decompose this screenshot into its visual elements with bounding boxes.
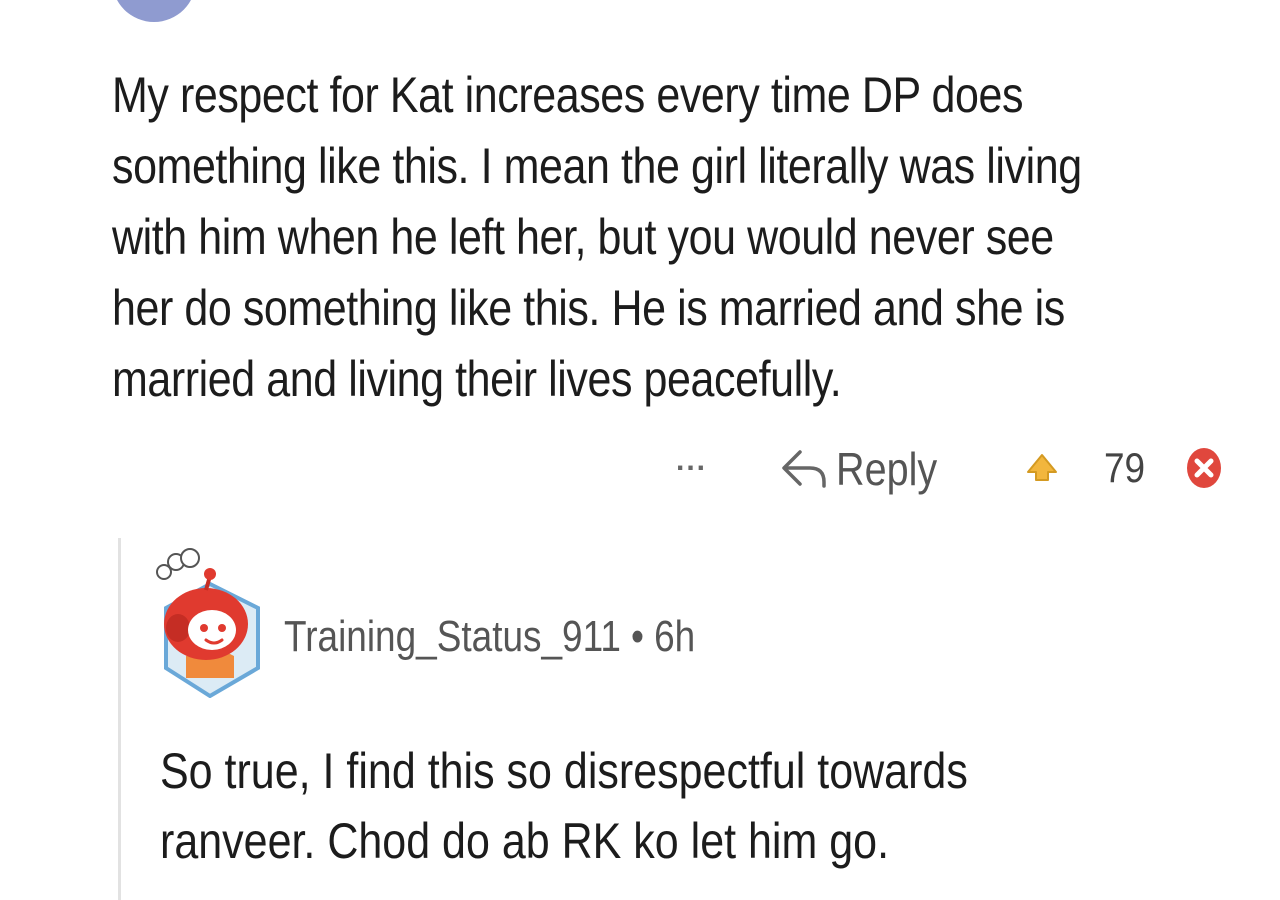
meta-separator: • (631, 612, 644, 661)
commenter-avatar[interactable] (112, 0, 196, 22)
downvote-icon[interactable] (1184, 446, 1224, 490)
reply-arrow-icon (780, 446, 828, 492)
reply-button[interactable]: Reply (780, 442, 954, 496)
reply-age: 6h (654, 612, 696, 661)
reply-label: Reply (836, 443, 938, 495)
comment-body: My respect for Kat increases every time … (112, 67, 1082, 407)
vote-count: 79 (1104, 444, 1146, 491)
reply-username[interactable]: Training_Status_911 (284, 612, 621, 661)
comment-action-bar: ... Reply 79 (0, 436, 1280, 506)
thread-line[interactable] (118, 538, 121, 900)
more-options-button[interactable]: ... (676, 444, 707, 478)
snoo-avatar-icon[interactable] (150, 546, 270, 698)
reply-meta: Training_Status_911 • 6h (284, 612, 695, 662)
reply-body: So true, I find this so disrespectful to… (160, 743, 968, 869)
upvote-icon[interactable] (1024, 450, 1060, 486)
